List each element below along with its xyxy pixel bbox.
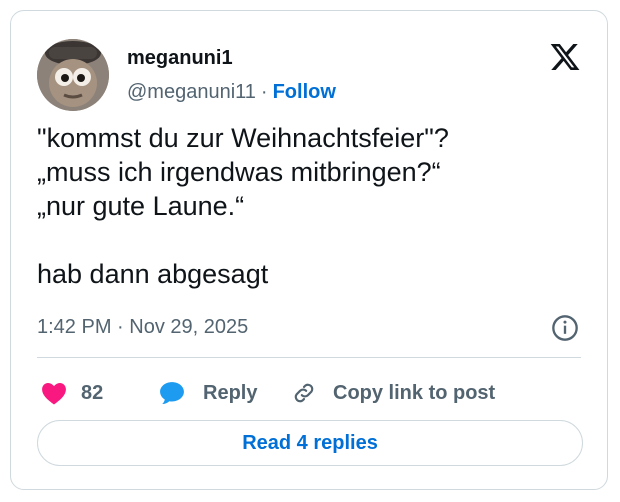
tweet-line: "kommst du zur Weihnachtsfeier"? xyxy=(37,123,449,153)
reply-label: Reply xyxy=(203,381,258,404)
follow-button[interactable]: Follow xyxy=(273,81,336,103)
heart-icon xyxy=(42,383,66,405)
like-count: 82 xyxy=(81,381,104,404)
tweet-line: „nur gute Laune.“ xyxy=(37,191,245,221)
author-display-name[interactable]: meganuni1 xyxy=(127,47,233,70)
like-button[interactable]: 82 xyxy=(41,375,103,411)
tweet-line: „muss ich irgendwas mitbringen?“ xyxy=(37,157,441,187)
tweet-timestamp[interactable]: 1:42 PM · Nov 29, 2025 xyxy=(37,316,248,339)
link-icon xyxy=(294,383,314,403)
author-handle[interactable]: @meganuni11 xyxy=(127,81,256,103)
x-logo-icon[interactable] xyxy=(549,41,581,73)
tweet-text: "kommst du zur Weihnachtsfeier"? „muss i… xyxy=(37,121,587,291)
tweet-line: hab dann abgesagt xyxy=(37,259,269,289)
avatar[interactable] xyxy=(37,39,109,111)
author-handle-row: @meganuni11 · Follow xyxy=(127,81,336,104)
copy-link-label: Copy link to post xyxy=(333,381,496,404)
copy-link-button[interactable]: Copy link to post xyxy=(291,375,495,411)
read-replies-button[interactable]: Read 4 replies xyxy=(37,420,583,466)
info-icon[interactable] xyxy=(551,314,579,342)
tweet-card: meganuni1 @meganuni11 · Follow "kommst du … xyxy=(10,10,608,490)
tweet-line xyxy=(37,223,587,257)
handle-separator: · xyxy=(260,81,268,103)
speech-bubble-icon xyxy=(160,382,184,405)
avatar-image xyxy=(37,39,109,111)
action-bar: 82 Reply Copy link to post xyxy=(37,375,597,411)
reply-button[interactable]: Reply xyxy=(159,375,257,411)
divider xyxy=(37,357,581,358)
